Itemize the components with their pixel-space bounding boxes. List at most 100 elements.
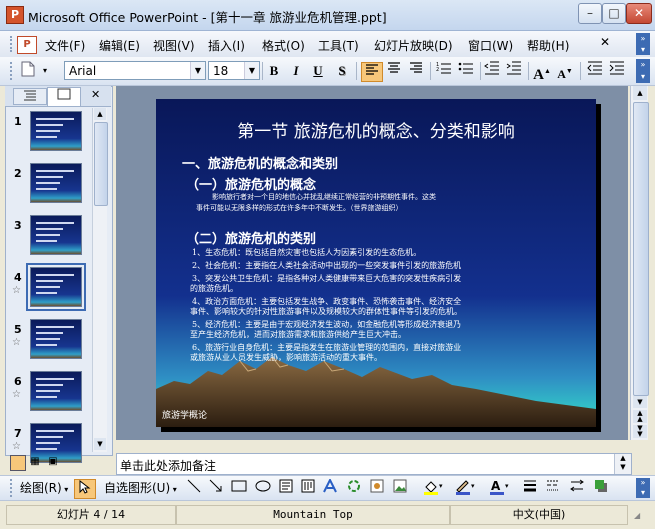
dash-style-icon[interactable] xyxy=(544,479,562,497)
chevron-down-icon[interactable]: ▼ xyxy=(244,62,259,79)
draw-menu-button[interactable]: 绘图(R) ▾ xyxy=(20,479,72,497)
close-pane-icon[interactable]: ✕ xyxy=(91,88,100,101)
minimize-button[interactable]: – xyxy=(578,3,602,24)
menu-slideshow[interactable]: 幻灯片放映(D) xyxy=(374,37,453,54)
slide-sorter-icon[interactable]: ▦ xyxy=(28,455,42,469)
bullets-icon[interactable] xyxy=(456,61,476,81)
slideshow-icon[interactable]: ▣ xyxy=(46,455,60,469)
scroll-thumb[interactable] xyxy=(633,102,649,396)
menu-view[interactable]: 视图(V) xyxy=(153,37,195,54)
slide-category-line: 2、社会危机：主要指在人类社会活动中出现的一些突发事件引发的旅游危机 xyxy=(192,261,462,270)
clipart-icon[interactable] xyxy=(368,479,386,497)
scroll-up-icon[interactable]: ▲ xyxy=(633,86,647,100)
language-indicator: 中文(中国) xyxy=(450,505,628,525)
document-icon[interactable]: P xyxy=(17,36,37,54)
maximize-button[interactable]: □ xyxy=(602,3,626,24)
select-objects-icon[interactable] xyxy=(74,479,96,499)
grip-handle[interactable] xyxy=(10,36,16,52)
arrow-style-icon[interactable] xyxy=(568,479,586,497)
notes-scrollbar[interactable]: ▲ ▼ xyxy=(614,454,631,474)
menu-window[interactable]: 窗口(W) xyxy=(468,37,513,54)
chevron-down-icon: ▾ xyxy=(170,485,177,494)
slide-thumbnail[interactable] xyxy=(30,371,82,411)
scroll-down-icon[interactable]: ▼ xyxy=(633,396,647,408)
grip-handle[interactable] xyxy=(10,479,16,497)
align-left-icon[interactable] xyxy=(361,62,383,82)
current-slide[interactable]: 第一节 旅游危机的概念、分类和影响 一、旅游危机的概念和类别 （一）旅游危机的概… xyxy=(156,99,596,427)
toolbar-dropdown-icon[interactable]: ▾ xyxy=(40,61,50,81)
font-name-combo[interactable]: Arial ▼ xyxy=(64,61,206,80)
toolbar-options-icon[interactable]: » ▾ xyxy=(636,59,650,83)
increase-indent-icon[interactable] xyxy=(504,61,524,81)
italic-button[interactable]: I xyxy=(286,61,306,81)
diagram-icon[interactable] xyxy=(345,479,363,497)
textbox-icon[interactable] xyxy=(277,479,295,497)
resize-grip-icon[interactable]: ◢ xyxy=(634,511,648,525)
menu-insert[interactable]: 插入(I) xyxy=(208,37,245,54)
menu-edit[interactable]: 编辑(E) xyxy=(99,37,140,54)
slide-thumbnail[interactable] xyxy=(30,215,82,255)
decrease-indent-icon[interactable] xyxy=(585,61,605,81)
status-bar: 幻灯片 4 / 14 Mountain Top 中文(中国) ◢ xyxy=(0,501,655,529)
new-document-icon[interactable] xyxy=(18,61,38,81)
slides-pane-scrollbar[interactable]: ▲ ▼ xyxy=(92,108,108,452)
vertical-textbox-icon[interactable] xyxy=(299,479,317,497)
shrink-font-button[interactable]: A▼ xyxy=(555,61,575,81)
autoshapes-menu-button[interactable]: 自选图形(U) ▾ xyxy=(104,479,182,497)
separator xyxy=(580,62,581,80)
slide-thumbnail[interactable] xyxy=(30,163,82,203)
line-style-icon[interactable] xyxy=(521,479,539,497)
align-right-icon[interactable] xyxy=(406,61,426,81)
notes-pane[interactable]: 单击此处添加备注 ▲ ▼ xyxy=(116,453,632,475)
decrease-indent-icon[interactable] xyxy=(482,61,502,81)
numbering-icon[interactable]: 12 xyxy=(434,61,454,81)
line-color-icon[interactable]: ▾ xyxy=(452,479,478,497)
previous-slide-icon[interactable]: ▲ ▲ xyxy=(633,410,647,423)
arrow-icon[interactable] xyxy=(207,479,225,497)
grip-handle[interactable] xyxy=(10,62,16,80)
normal-view-icon[interactable] xyxy=(10,455,26,471)
picture-icon[interactable] xyxy=(391,479,409,497)
doc-close-icon[interactable]: ✕ xyxy=(600,35,610,49)
next-slide-icon[interactable]: ▼ ▼ xyxy=(633,425,647,438)
shadow-button[interactable]: S xyxy=(332,61,352,81)
menu-tools[interactable]: 工具(T) xyxy=(318,37,359,54)
underline-button[interactable]: U xyxy=(308,61,328,81)
scroll-up-icon[interactable]: ▲ xyxy=(94,108,106,120)
slide-thumbnail[interactable] xyxy=(26,263,86,311)
fill-color-icon[interactable]: ▾ xyxy=(420,479,446,497)
oval-icon[interactable] xyxy=(254,479,272,497)
thumbnail-text-line xyxy=(36,280,63,282)
shadow-style-icon[interactable] xyxy=(592,479,610,497)
increase-indent-icon[interactable] xyxy=(607,61,627,81)
toolbar-options-icon[interactable]: » ▾ xyxy=(636,478,650,498)
menu-file[interactable]: 文件(F) xyxy=(45,37,85,54)
autoshape-label: 自选图形(U) xyxy=(104,481,171,495)
close-button[interactable]: ✕ xyxy=(626,3,652,24)
slide-thumbnail[interactable] xyxy=(30,319,82,359)
tab-outline[interactable] xyxy=(13,88,47,105)
scroll-thumb[interactable] xyxy=(94,122,108,206)
animation-star-icon: ☆ xyxy=(12,389,21,400)
tab-slides[interactable] xyxy=(47,87,81,106)
chevron-down-icon[interactable]: ▼ xyxy=(190,62,205,79)
grow-font-button[interactable]: A▲ xyxy=(532,61,552,83)
scroll-down-icon[interactable]: ▼ xyxy=(94,438,106,450)
align-center-icon[interactable] xyxy=(384,61,404,81)
menu-format[interactable]: 格式(O) xyxy=(262,37,305,54)
font-size-combo[interactable]: 18 ▼ xyxy=(208,61,260,80)
toolbar-options-icon[interactable]: » ▾ xyxy=(636,33,650,55)
slide-category-line: 或旅游从业人员发生威胁，影响旅游活动的重大事件。 xyxy=(190,353,382,362)
bold-button[interactable]: B xyxy=(264,61,284,81)
slide-thumbnail[interactable] xyxy=(30,111,82,151)
thumbnail-text-line xyxy=(36,240,57,242)
menu-help[interactable]: 帮助(H) xyxy=(527,37,569,54)
thumbnail-text-line xyxy=(36,378,74,380)
font-color-icon[interactable]: A ▾ xyxy=(486,479,512,497)
rectangle-icon[interactable] xyxy=(230,479,248,497)
separator xyxy=(480,62,481,80)
wordart-icon[interactable] xyxy=(322,477,340,497)
line-icon[interactable] xyxy=(185,479,203,497)
powerpoint-icon[interactable]: P xyxy=(6,6,24,24)
slide-area-scrollbar[interactable]: ▲ ▼ ▲ ▲ ▼ ▼ xyxy=(630,86,649,440)
